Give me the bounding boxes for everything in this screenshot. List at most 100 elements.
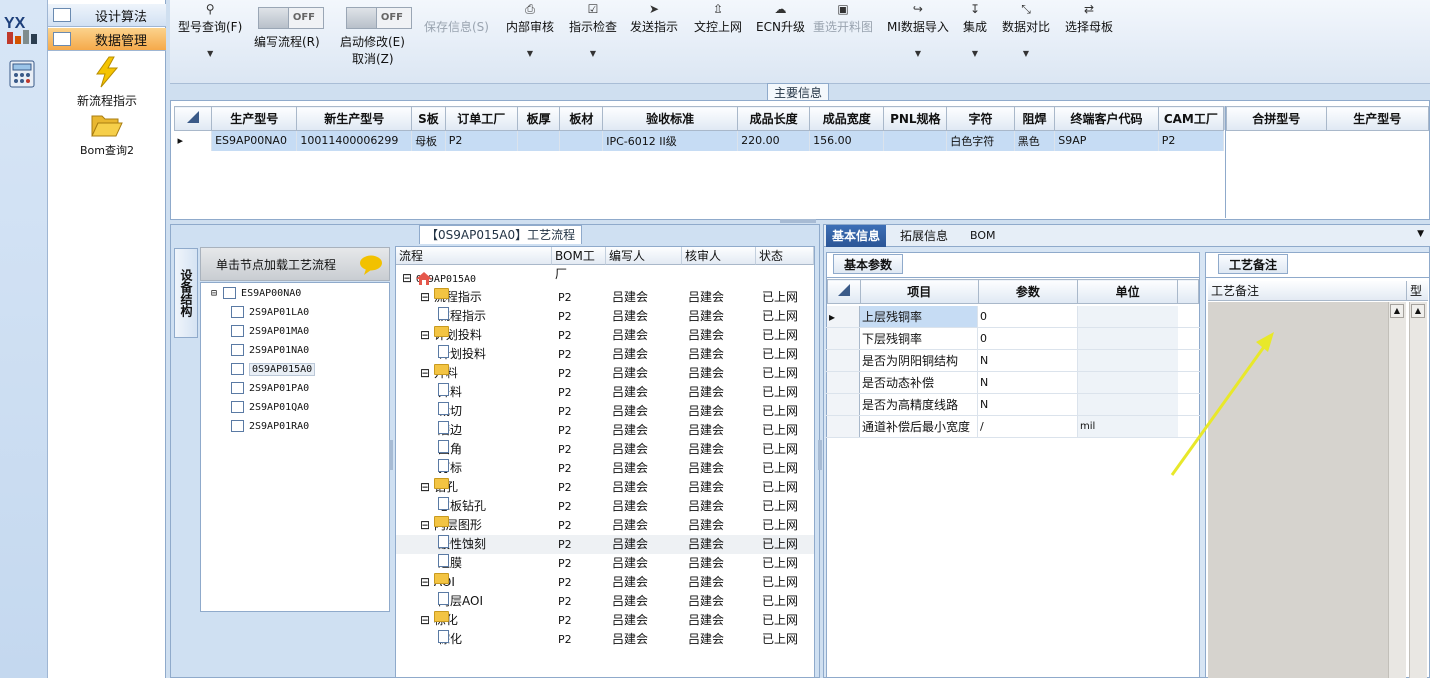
vertical-splitter-handle[interactable] bbox=[818, 440, 822, 470]
col-writer[interactable]: 编写人 bbox=[606, 247, 682, 265]
tab-basic-params[interactable]: 基本参数 bbox=[833, 254, 904, 274]
process-row[interactable]: ⊟ 0S9AP015A0 bbox=[396, 269, 814, 288]
col-param[interactable]: 参数 bbox=[977, 279, 1079, 304]
process-node[interactable]: 磨边 bbox=[438, 421, 462, 440]
process-node[interactable]: ⊟ 开料 bbox=[420, 364, 458, 383]
upload-button[interactable]: ⇫ 文控上网 bbox=[694, 2, 742, 35]
table-cell[interactable] bbox=[559, 130, 604, 151]
process-row[interactable]: 芯板钻孔 P2 吕建会 吕建会 已上网 bbox=[396, 497, 814, 516]
process-node[interactable]: 退膜 bbox=[438, 554, 462, 573]
collapse-icon[interactable]: ⊟ bbox=[420, 480, 434, 494]
process-node[interactable]: ⊟ 0S9AP015A0 bbox=[402, 269, 476, 289]
collapse-icon[interactable]: ⊟ bbox=[402, 271, 416, 285]
process-node[interactable]: 裁切 bbox=[438, 402, 462, 421]
row-selector-header[interactable] bbox=[827, 279, 861, 304]
process-row[interactable]: ⊟ 内层图形 P2 吕建会 吕建会 已上网 bbox=[396, 516, 814, 535]
process-row[interactable]: 圆角 P2 吕建会 吕建会 已上网 bbox=[396, 440, 814, 459]
process-row[interactable]: 磨边 P2 吕建会 吕建会 已上网 bbox=[396, 421, 814, 440]
table-cell[interactable]: 母板 bbox=[411, 130, 446, 151]
table-cell[interactable]: IPC-6012 II级 bbox=[602, 130, 739, 151]
process-node[interactable]: 圆角 bbox=[438, 440, 462, 459]
col-acceptance-standard[interactable]: 验收标准 bbox=[602, 106, 739, 131]
start-modify-toggle[interactable]: OFF bbox=[346, 7, 412, 29]
process-node[interactable]: 开料 bbox=[438, 383, 462, 402]
tab-equipment-structure[interactable]: 设备结构 bbox=[174, 248, 198, 338]
col-s-board[interactable]: S板 bbox=[411, 106, 446, 131]
collapse-icon[interactable]: ⊟ bbox=[211, 288, 223, 299]
edit-flow-toggle[interactable]: OFF bbox=[258, 7, 324, 29]
scroll-up-icon[interactable]: ▲ bbox=[1390, 304, 1404, 318]
param-value[interactable]: / bbox=[978, 416, 1078, 437]
table-cell[interactable]: 156.00 bbox=[809, 130, 885, 151]
row-selector[interactable] bbox=[827, 328, 860, 349]
reselect-drawing-button[interactable]: ▣ 重选开料图 bbox=[813, 2, 873, 35]
chevron-down-icon[interactable]: ▼ bbox=[1417, 229, 1424, 239]
process-node[interactable]: 内层AOI bbox=[438, 592, 483, 611]
calculator-icon[interactable] bbox=[8, 60, 36, 88]
col-unit[interactable]: 单位 bbox=[1077, 279, 1179, 304]
process-row[interactable]: 计划投料 P2 吕建会 吕建会 已上网 bbox=[396, 345, 814, 364]
process-row[interactable]: ⊟ 计划投料 P2 吕建会 吕建会 已上网 bbox=[396, 326, 814, 345]
process-row[interactable]: 退膜 P2 吕建会 吕建会 已上网 bbox=[396, 554, 814, 573]
process-row[interactable]: 打标 P2 吕建会 吕建会 已上网 bbox=[396, 459, 814, 478]
send-indicator-button[interactable]: ➤ 发送指示 bbox=[630, 2, 678, 35]
col-reviewer[interactable]: 核审人 bbox=[682, 247, 756, 265]
process-node[interactable]: 酸性蚀刻 bbox=[438, 535, 486, 554]
bom-query-button[interactable]: Bom查询2 bbox=[48, 112, 166, 158]
process-node[interactable]: ⊟ AOI bbox=[420, 573, 455, 592]
process-row[interactable]: 开料 P2 吕建会 吕建会 已上网 bbox=[396, 383, 814, 402]
param-row[interactable]: 是否为高精度线路 N bbox=[826, 394, 1200, 416]
process-row[interactable]: ⊟ 开料 P2 吕建会 吕建会 已上网 bbox=[396, 364, 814, 383]
tab-basic-info[interactable]: 基本信息 bbox=[826, 225, 887, 247]
row-current-indicator[interactable]: ▸ bbox=[174, 130, 213, 151]
process-node[interactable]: ⊟ 棕化 bbox=[420, 611, 458, 630]
col-production-model[interactable]: 生产型号 bbox=[211, 106, 298, 131]
tree-node[interactable]: 0S9AP015A0 bbox=[231, 361, 316, 378]
table-row[interactable]: ▸ ES9AP00NA0 10011400006299 母板 P2 IPC-6012 II… bbox=[174, 130, 1225, 151]
process-row[interactable]: 酸性蚀刻 P2 吕建会 吕建会 已上网 bbox=[396, 535, 814, 554]
col-material[interactable]: 板材 bbox=[559, 106, 604, 131]
col-character[interactable]: 字符 bbox=[946, 106, 1015, 131]
process-node[interactable]: ⊟ 流程指示 bbox=[420, 288, 482, 307]
data-compare-button[interactable]: ⤡ 数据对比 ▼ bbox=[1002, 2, 1050, 58]
process-row[interactable]: 棕化 P2 吕建会 吕建会 已上网 bbox=[396, 630, 814, 649]
row-selector[interactable] bbox=[827, 372, 860, 393]
col-status[interactable]: 状态 bbox=[756, 247, 814, 265]
table-cell[interactable]: 220.00 bbox=[737, 130, 811, 151]
table-cell[interactable]: S9AP bbox=[1054, 130, 1159, 151]
row-selector[interactable] bbox=[827, 394, 860, 415]
param-row[interactable]: ▸ 上层残铜率 0 bbox=[826, 306, 1200, 328]
tab-process-notes[interactable]: 工艺备注 bbox=[1218, 254, 1289, 274]
save-info-button[interactable]: 保存信息(S) bbox=[424, 2, 489, 35]
model-query-button[interactable]: ⚲ 型号查询(F) ▼ bbox=[178, 2, 242, 58]
notes-scrollbar[interactable]: ▲ bbox=[1388, 302, 1406, 678]
ecn-upgrade-button[interactable]: ☁ ECN升级 bbox=[756, 2, 805, 35]
mi-import-button[interactable]: ↪ MI数据导入 ▼ bbox=[887, 2, 949, 58]
table-cell[interactable] bbox=[883, 130, 948, 151]
table-cell[interactable] bbox=[517, 130, 561, 151]
col-solder-mask[interactable]: 阻焊 bbox=[1013, 106, 1056, 131]
col-type[interactable]: 型 bbox=[1406, 281, 1428, 301]
app-logo[interactable]: YX bbox=[3, 8, 43, 48]
collapse-icon[interactable]: ⊟ bbox=[420, 518, 434, 532]
tree-node[interactable]: 2S9AP01MA0 bbox=[231, 323, 309, 340]
process-row[interactable]: ⊟ 棕化 P2 吕建会 吕建会 已上网 bbox=[396, 611, 814, 630]
col-order-factory[interactable]: 订单工厂 bbox=[444, 106, 518, 131]
param-value[interactable]: 0 bbox=[978, 328, 1078, 349]
tree-node[interactable]: 2S9AP01QA0 bbox=[231, 399, 309, 416]
process-node[interactable]: 计划投料 bbox=[438, 345, 486, 364]
process-node[interactable]: 芯板钻孔 bbox=[438, 497, 486, 516]
col-flow[interactable]: 流程 bbox=[396, 247, 552, 265]
new-flow-indicator-button[interactable]: 新流程指示 bbox=[48, 56, 166, 109]
type-scrollbar[interactable]: ▲ bbox=[1409, 302, 1427, 678]
col-bom-factory[interactable]: BOM工厂 bbox=[552, 247, 606, 281]
param-value[interactable]: N bbox=[978, 394, 1078, 415]
col-cam-factory[interactable]: CAM工厂 bbox=[1157, 106, 1225, 131]
process-row[interactable]: ⊟ 钻孔 P2 吕建会 吕建会 已上网 bbox=[396, 478, 814, 497]
col-pnl-spec[interactable]: PNL规格 bbox=[883, 106, 948, 131]
tree-node[interactable]: 2S9AP01PA0 bbox=[231, 380, 309, 397]
horizontal-splitter-handle[interactable] bbox=[780, 219, 816, 223]
collapse-icon[interactable]: ⊟ bbox=[420, 366, 434, 380]
col-end-customer-code[interactable]: 终端客户代码 bbox=[1054, 106, 1159, 131]
row-selector[interactable]: ▸ bbox=[827, 306, 860, 327]
